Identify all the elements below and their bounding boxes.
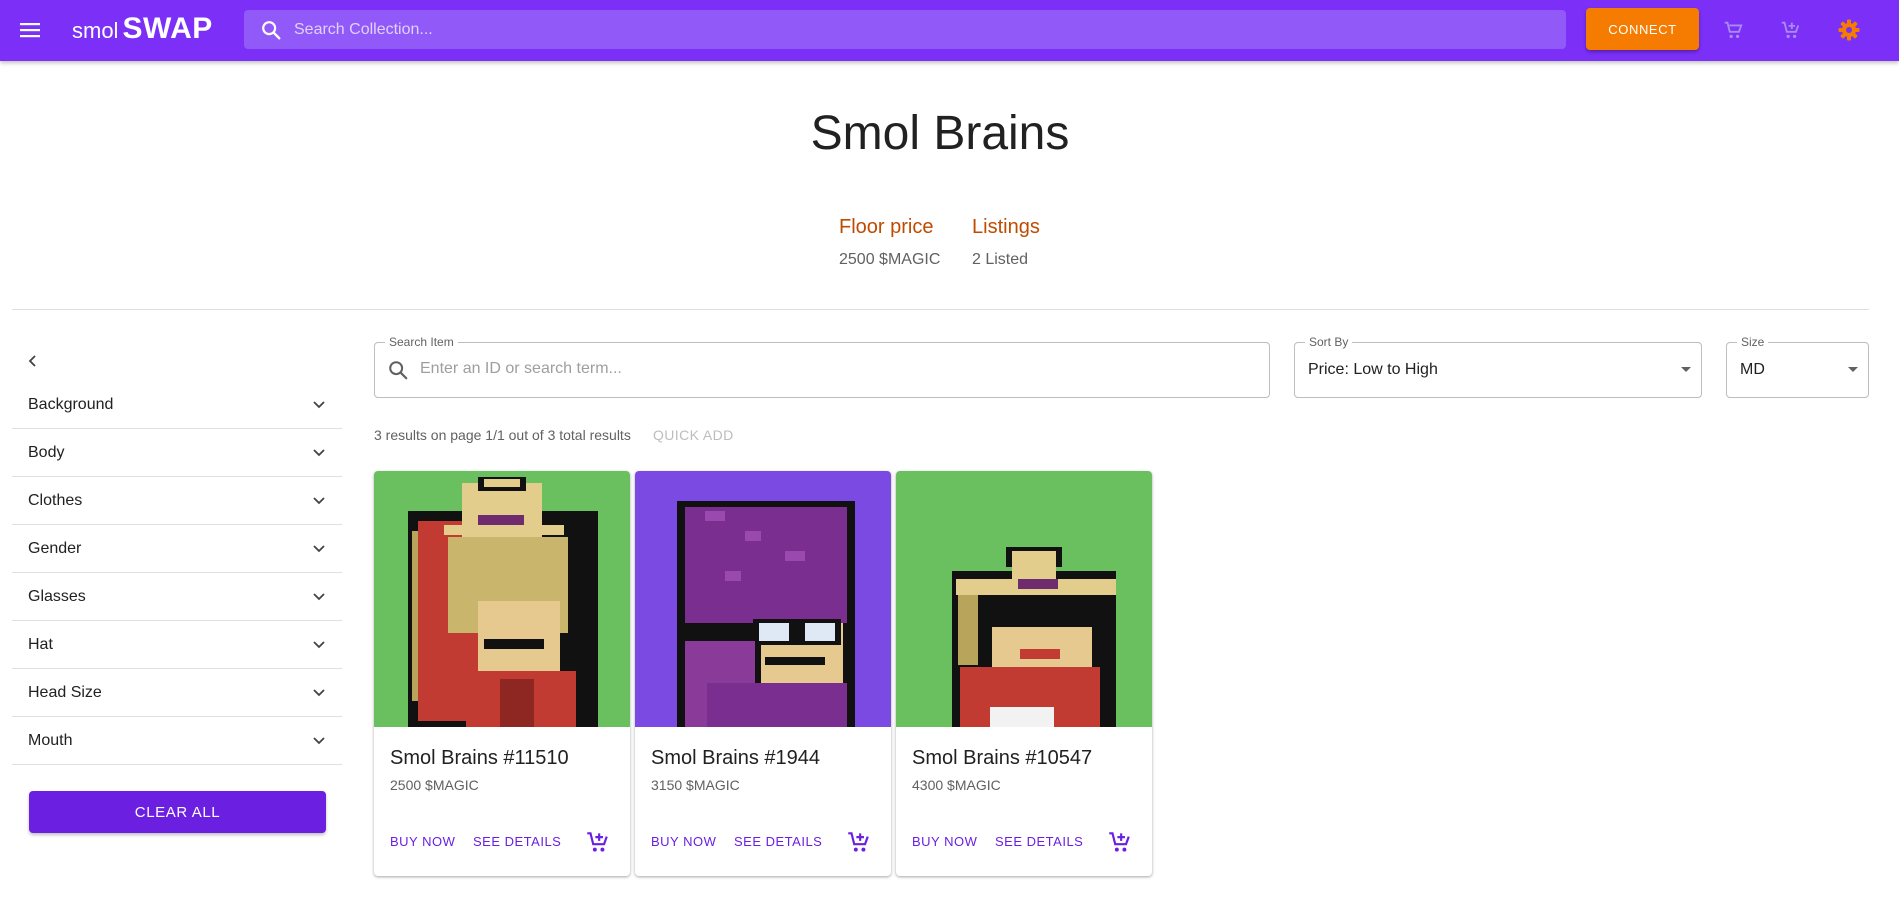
chevron-left-icon[interactable] bbox=[22, 350, 44, 372]
sort-by-legend: Sort By bbox=[1305, 335, 1353, 349]
menu-icon[interactable] bbox=[16, 16, 44, 44]
add-cart-icon[interactable] bbox=[1776, 16, 1804, 44]
floor-price-stat: Floor price 2500 $MAGIC bbox=[839, 216, 940, 269]
size-legend: Size bbox=[1737, 335, 1769, 349]
listings-value: 2 Listed bbox=[972, 251, 1029, 268]
chevron-down-icon bbox=[313, 544, 325, 552]
sort-by-select[interactable]: Sort By Price: Low to High bbox=[1294, 335, 1702, 398]
filter-clothes[interactable]: Clothes bbox=[12, 477, 342, 525]
collection-title: Smol Brains bbox=[810, 107, 1070, 160]
floor-price-value: 2500 $MAGIC bbox=[839, 251, 941, 268]
filter-mouth[interactable]: Mouth bbox=[12, 717, 342, 765]
chevron-down-icon bbox=[313, 736, 325, 744]
chevron-down-icon bbox=[313, 640, 325, 648]
floor-price-label: Floor price bbox=[839, 216, 934, 238]
sort-by-value: Price: Low to High bbox=[1308, 361, 1438, 378]
chevron-down-icon bbox=[313, 400, 325, 408]
size-select[interactable]: Size MD bbox=[1726, 335, 1869, 398]
collection-search[interactable] bbox=[244, 10, 1566, 49]
results-summary: 3 results on page 1/1 out of 3 total res… bbox=[374, 427, 631, 443]
filter-label: Glasses bbox=[28, 587, 86, 605]
nft-price: 3150 $MAGIC bbox=[651, 777, 740, 793]
listings-stat: Listings 2 Listed bbox=[972, 216, 1040, 269]
chevron-down-icon bbox=[313, 592, 325, 600]
filter-hat[interactable]: Hat bbox=[12, 621, 342, 669]
add-to-cart-icon[interactable] bbox=[845, 829, 871, 855]
nft-card[interactable]: Smol Brains #1944 3150 $MAGIC BUY NOW SE… bbox=[635, 471, 891, 876]
dropdown-arrow-icon bbox=[1848, 367, 1858, 372]
see-details-button[interactable]: SEE DETAILS bbox=[734, 834, 822, 849]
nft-name: Smol Brains #1944 bbox=[651, 747, 820, 769]
nft-name: Smol Brains #10547 bbox=[912, 747, 1093, 769]
nft-name: Smol Brains #11510 bbox=[390, 747, 569, 769]
quick-add-button[interactable]: QUICK ADD bbox=[653, 427, 734, 443]
nft-image bbox=[374, 471, 630, 727]
settings-gear-icon[interactable] bbox=[1835, 16, 1863, 44]
buy-now-button[interactable]: BUY NOW bbox=[390, 834, 455, 849]
nft-image bbox=[896, 471, 1152, 727]
app-logo[interactable]: smol SWAP bbox=[72, 12, 213, 46]
chevron-down-icon bbox=[313, 448, 325, 456]
nft-price: 4300 $MAGIC bbox=[912, 777, 1001, 793]
listings-label: Listings bbox=[972, 216, 1040, 238]
filter-label: Background bbox=[28, 395, 114, 413]
see-details-button[interactable]: SEE DETAILS bbox=[995, 834, 1083, 849]
chevron-down-icon bbox=[313, 496, 325, 504]
size-value: MD bbox=[1740, 361, 1765, 378]
add-to-cart-icon[interactable] bbox=[584, 829, 610, 855]
dropdown-arrow-icon bbox=[1681, 367, 1691, 372]
logo-small-text: smol bbox=[72, 18, 119, 43]
nft-card[interactable]: Smol Brains #11510 2500 $MAGIC BUY NOW S… bbox=[374, 471, 630, 876]
filter-label: Head Size bbox=[28, 683, 102, 701]
nft-card[interactable]: Smol Brains #10547 4300 $MAGIC BUY NOW S… bbox=[896, 471, 1152, 876]
app-bar: smol SWAP CONNECT bbox=[0, 0, 1899, 61]
item-search-input[interactable] bbox=[420, 360, 1240, 378]
logo-big-text: SWAP bbox=[122, 12, 213, 45]
nft-price: 2500 $MAGIC bbox=[390, 777, 479, 793]
buy-now-button[interactable]: BUY NOW bbox=[912, 834, 977, 849]
filter-glasses[interactable]: Glasses bbox=[12, 573, 342, 621]
filter-list: Background Body Clothes Gender Glasses H… bbox=[12, 381, 342, 765]
collection-search-input[interactable] bbox=[294, 20, 1494, 39]
filter-label: Hat bbox=[28, 635, 53, 653]
filter-gender[interactable]: Gender bbox=[12, 525, 342, 573]
filter-label: Mouth bbox=[28, 731, 73, 749]
filter-head-size[interactable]: Head Size bbox=[12, 669, 342, 717]
connect-button[interactable]: CONNECT bbox=[1586, 8, 1699, 50]
clear-all-button[interactable]: CLEAR ALL bbox=[29, 791, 326, 833]
search-icon bbox=[389, 361, 408, 380]
add-to-cart-icon[interactable] bbox=[1106, 829, 1132, 855]
see-details-button[interactable]: SEE DETAILS bbox=[473, 834, 561, 849]
header-divider bbox=[12, 309, 1869, 310]
filter-body[interactable]: Body bbox=[12, 429, 342, 477]
search-icon bbox=[262, 20, 281, 39]
filter-background[interactable]: Background bbox=[12, 381, 342, 429]
cart-icon[interactable] bbox=[1719, 16, 1747, 44]
filter-label: Gender bbox=[28, 539, 82, 557]
filter-label: Body bbox=[28, 443, 65, 461]
buy-now-button[interactable]: BUY NOW bbox=[651, 834, 716, 849]
item-search-field[interactable]: Search Item bbox=[374, 335, 1270, 398]
filter-label: Clothes bbox=[28, 491, 83, 509]
chevron-down-icon bbox=[313, 688, 325, 696]
nft-image bbox=[635, 471, 891, 727]
item-search-legend: Search Item bbox=[385, 335, 458, 349]
